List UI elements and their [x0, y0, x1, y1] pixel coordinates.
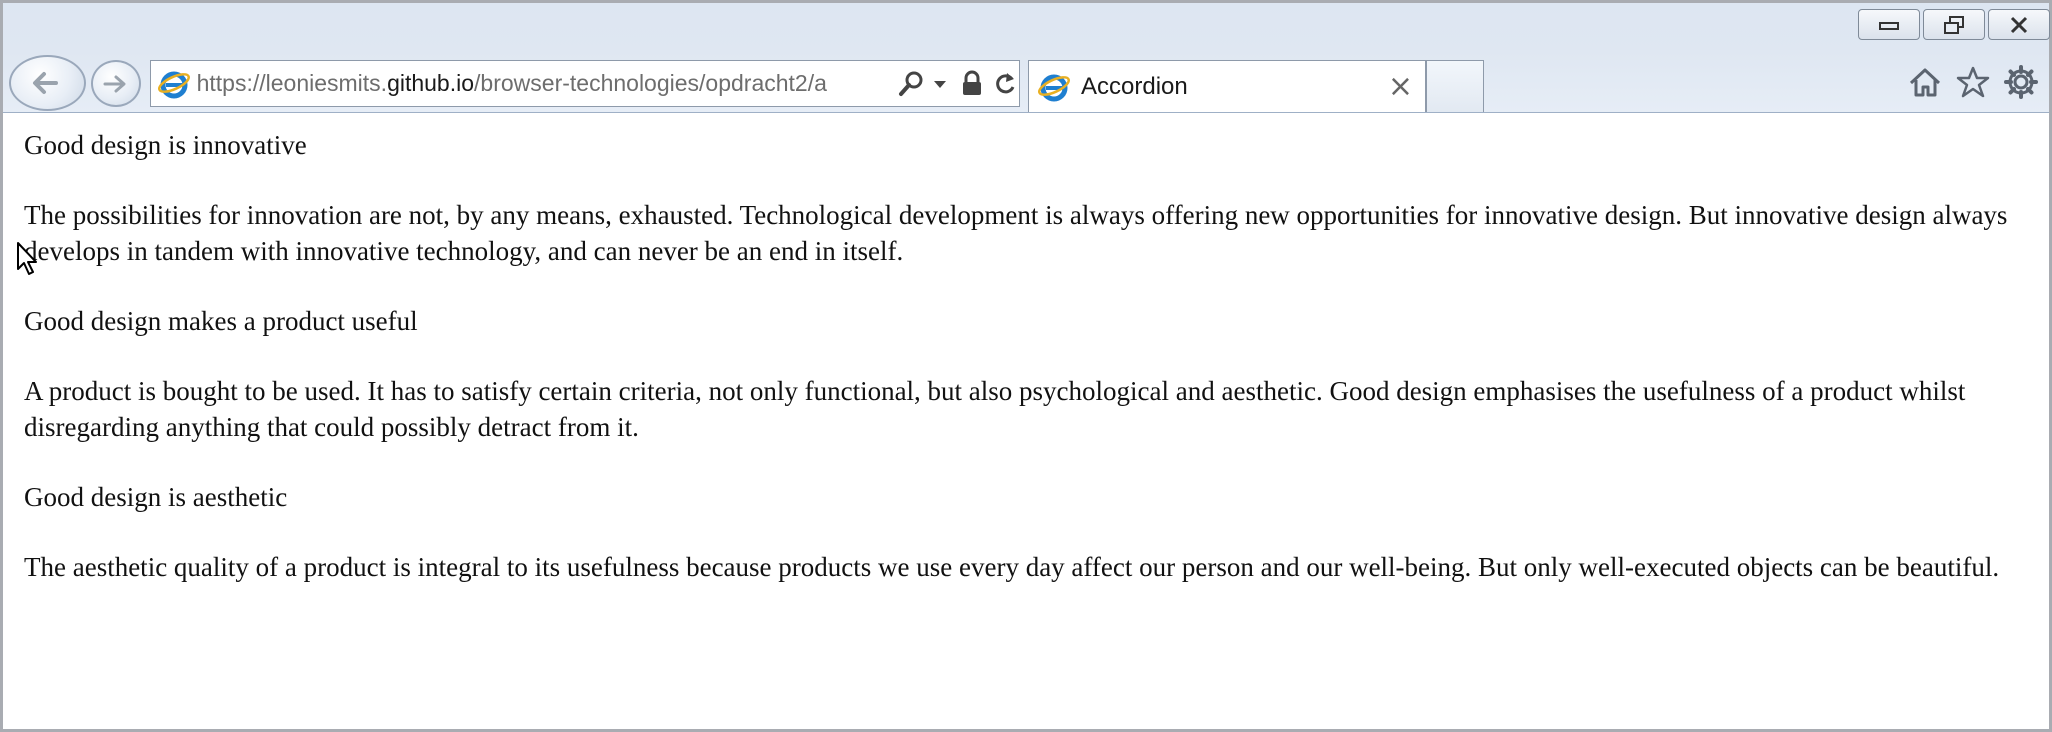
tab-accordion[interactable]: Accordion ×	[1028, 60, 1426, 112]
search-icon[interactable]	[896, 69, 926, 99]
new-tab-button[interactable]	[1426, 60, 1484, 112]
browser-toolbar: https://leoniesmits.github.io/browser-te…	[3, 3, 2050, 113]
section-heading-innovative[interactable]: Good design is innovative	[24, 127, 2014, 163]
tab-close-button[interactable]: ×	[1388, 69, 1413, 104]
forward-button[interactable]	[91, 60, 141, 107]
settings-button[interactable]	[2002, 63, 2040, 101]
close-icon	[2010, 16, 2028, 33]
mouse-cursor-icon	[17, 242, 37, 275]
section-heading-aesthetic[interactable]: Good design is aesthetic	[24, 479, 2014, 515]
refresh-icon[interactable]	[991, 69, 1019, 99]
section-body-innovative: The possibilities for innovation are not…	[24, 200, 2008, 266]
section-body-aesthetic: The aesthetic quality of a product is in…	[24, 552, 2000, 582]
page-content: Good design is innovative The possibilit…	[24, 127, 2014, 619]
forward-arrow-icon	[103, 75, 126, 92]
tab-title: Accordion	[1081, 72, 1188, 100]
star-icon	[1956, 66, 1990, 98]
chevron-down-icon[interactable]	[930, 69, 950, 99]
restore-button[interactable]	[1923, 9, 1985, 40]
close-window-button[interactable]	[1988, 9, 2050, 40]
section-heading-useful[interactable]: Good design makes a product useful	[24, 303, 2014, 339]
section-body-useful: A product is bought to be used. It has t…	[24, 376, 1966, 442]
address-bar[interactable]: https://leoniesmits.github.io/browser-te…	[150, 60, 1020, 107]
minimize-button[interactable]	[1858, 9, 1920, 40]
lock-icon[interactable]	[958, 69, 986, 99]
minimize-icon	[1879, 21, 1899, 30]
gear-icon	[2004, 65, 2038, 99]
ie-tab-icon	[1038, 74, 1070, 101]
url-text[interactable]: https://leoniesmits.github.io/browser-te…	[197, 70, 889, 97]
ie-logo-icon	[158, 71, 190, 98]
browser-window: https://leoniesmits.github.io/browser-te…	[0, 0, 2052, 732]
back-arrow-icon	[32, 72, 58, 94]
restore-icon	[1944, 15, 1964, 34]
favorites-button[interactable]	[1954, 63, 1992, 101]
home-button[interactable]	[1906, 63, 1944, 101]
back-button[interactable]	[9, 55, 86, 111]
home-icon	[1909, 68, 1941, 97]
